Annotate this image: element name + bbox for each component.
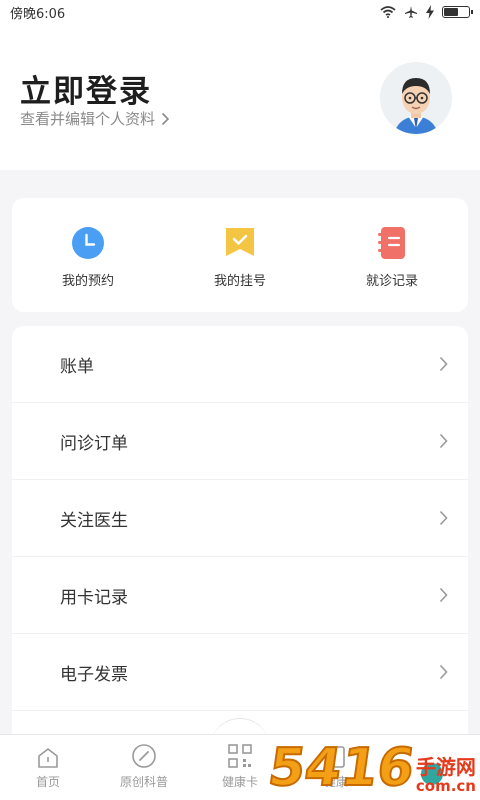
menu-item-bills[interactable]: 账单	[12, 326, 468, 403]
avatar[interactable]	[380, 62, 452, 134]
tab-label: 健康	[323, 775, 348, 789]
clock-icon	[72, 227, 104, 259]
tab-bar: 首页 原创科普 健康卡 健康	[0, 734, 480, 800]
tab-profile[interactable]	[384, 735, 480, 800]
edit-profile-link[interactable]: 查看并编辑个人资料	[20, 108, 170, 129]
wifi-icon	[380, 6, 396, 18]
menu-item-label: 电子发票	[60, 664, 128, 685]
document-icon	[327, 746, 345, 768]
chevron-right-icon	[439, 587, 448, 603]
menu-item-e-invoice[interactable]: 电子发票	[12, 634, 468, 711]
quick-action-label: 我的挂号	[213, 274, 266, 289]
tab-health-card[interactable]: 健康卡	[192, 735, 288, 800]
menu-item-card-usage[interactable]: 用卡记录	[12, 557, 468, 634]
notebook-icon	[378, 227, 405, 259]
qr-code-icon	[228, 744, 252, 768]
ticket-check-icon	[226, 228, 254, 256]
chevron-right-icon	[439, 664, 448, 680]
status-icons	[380, 5, 473, 19]
home-icon	[38, 748, 58, 768]
compass-icon	[132, 744, 156, 768]
chevron-right-icon	[439, 510, 448, 526]
quick-action-visit-records[interactable]: 就诊记录	[316, 198, 468, 312]
airplane-icon	[405, 6, 417, 18]
quick-action-label: 就诊记录	[365, 274, 418, 289]
tab-health[interactable]: 健康	[288, 735, 384, 800]
menu-list: 账单 问诊订单 关注医生 用卡记录 电子发票	[12, 326, 468, 746]
chevron-right-icon	[439, 356, 448, 372]
menu-item-label: 问诊订单	[60, 433, 128, 454]
quick-action-registration[interactable]: 我的挂号	[164, 198, 316, 312]
battery-icon	[442, 6, 473, 18]
tab-label: 健康卡	[221, 775, 258, 789]
status-bar: 傍晚6:06	[0, 0, 480, 24]
profile-icon	[421, 763, 443, 785]
chevron-right-icon	[161, 112, 170, 125]
quick-action-label: 我的预约	[61, 274, 114, 289]
header-area: 傍晚6:06 立即登录 查看并编辑个人资料	[0, 0, 480, 170]
menu-item-consultation-orders[interactable]: 问诊订单	[12, 403, 468, 480]
menu-item-followed-doctors[interactable]: 关注医生	[12, 480, 468, 557]
quick-actions-card: 我的预约 我的挂号 就诊记录	[12, 198, 468, 312]
chevron-right-icon	[439, 433, 448, 449]
tab-label: 原创科普	[119, 775, 168, 789]
doctor-avatar-icon	[380, 62, 452, 134]
charging-icon	[426, 5, 434, 19]
tab-label: 首页	[35, 775, 60, 789]
login-title[interactable]: 立即登录	[20, 66, 152, 111]
quick-action-appointment[interactable]: 我的预约	[12, 198, 164, 312]
menu-item-label: 用卡记录	[60, 587, 128, 608]
menu-item-label: 关注医生	[60, 510, 128, 531]
tab-home[interactable]: 首页	[0, 735, 96, 800]
menu-item-label: 账单	[60, 356, 94, 377]
tab-science[interactable]: 原创科普	[96, 735, 192, 800]
edit-profile-label: 查看并编辑个人资料	[20, 110, 156, 128]
status-time: 傍晚6:06	[10, 6, 66, 22]
